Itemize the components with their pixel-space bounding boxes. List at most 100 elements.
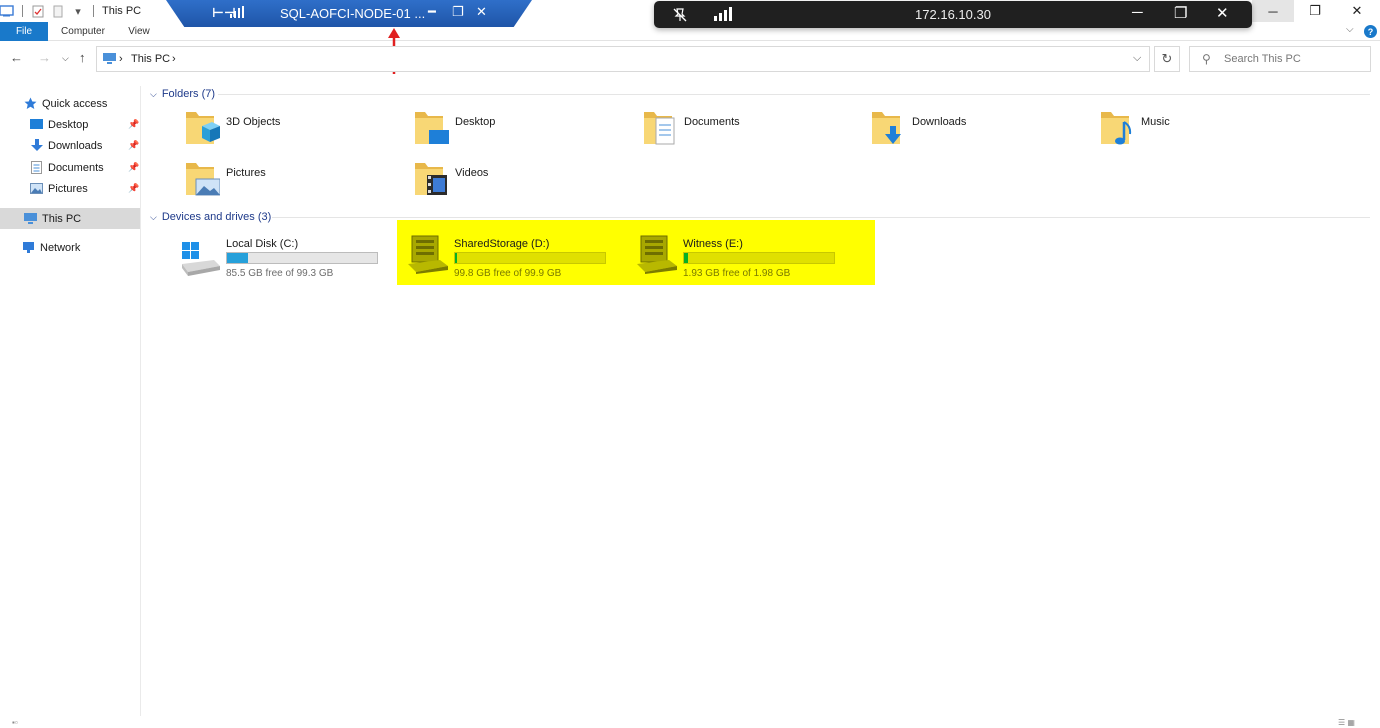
minimize-button[interactable]: ─ (1252, 0, 1294, 22)
rdp-close-icon[interactable]: ✕ (476, 4, 487, 20)
window-app-icon[interactable] (0, 4, 14, 18)
customize-qat-icon[interactable]: ▾ (71, 4, 85, 18)
network-drive-icon (637, 235, 677, 274)
address-bar[interactable]: › This PC › ⌵ (96, 46, 1150, 72)
properties-icon[interactable] (31, 4, 45, 18)
remote-session-bar: 172.16.10.30 ─ ❐ ✕ (654, 1, 1252, 28)
desktop-icon (30, 118, 43, 131)
tab-computer[interactable]: Computer (56, 22, 110, 41)
pin-icon[interactable]: 📌 (128, 140, 139, 151)
folder-videos[interactable]: Videos (413, 159, 633, 203)
nav-quick-access[interactable]: Quick access (0, 93, 140, 114)
nav-downloads[interactable]: Downloads 📌 (0, 135, 140, 156)
group-divider (218, 94, 1370, 95)
nav-quick-access-label: Quick access (42, 97, 108, 110)
breadcrumb-separator[interactable]: › (119, 53, 123, 65)
this-pc-icon (24, 212, 37, 225)
collapse-chevron-icon[interactable]: ⌵ (150, 212, 157, 223)
pin-icon[interactable]: 📌 (128, 162, 139, 173)
status-bar-item-count: ▪▫ (12, 718, 18, 727)
expand-ribbon-icon[interactable]: ⌵ (1346, 24, 1354, 35)
pin-icon[interactable]: 📌 (128, 183, 139, 194)
nav-downloads-label: Downloads (48, 139, 103, 152)
drive-d[interactable]: SharedStorage (D:) 99.8 GB free of 99.9 … (408, 234, 628, 284)
network-drive-icon (408, 235, 448, 274)
navigation-pane: Quick access Desktop 📌 Downloads 📌 Docum… (0, 86, 141, 716)
local-disk-icon (182, 242, 220, 276)
collapse-chevron-icon[interactable]: ⌵ (150, 89, 157, 100)
folder-pictures[interactable]: Pictures (184, 159, 404, 203)
drive-usage-fill (684, 253, 688, 263)
address-dropdown-icon[interactable]: ⌵ (1133, 52, 1141, 65)
this-pc-icon (103, 53, 116, 64)
back-button[interactable]: ← (10, 50, 23, 65)
nav-documents-label: Documents (48, 161, 104, 174)
documents-icon (30, 161, 43, 174)
videos-folder-icon (415, 163, 447, 195)
nav-network[interactable]: Network (0, 237, 140, 258)
folders-group-header[interactable]: ⌵ Folders (7) (150, 86, 215, 102)
folder-documents[interactable]: Documents (642, 108, 862, 152)
new-folder-icon[interactable] (51, 4, 65, 18)
nav-network-label: Network (40, 241, 81, 254)
folders-group-label: Folders (7) (161, 88, 216, 100)
nav-desktop[interactable]: Desktop 📌 (0, 114, 140, 135)
tab-file[interactable]: File (0, 22, 48, 41)
rdp-session-title: SQL-AOFCI-NODE-01 ... (280, 6, 426, 21)
folder-label: Documents (684, 116, 740, 128)
folder-music[interactable]: Music (1099, 108, 1319, 152)
remote-close-icon[interactable]: ✕ (1216, 4, 1229, 22)
drive-c[interactable]: Local Disk (C:) 85.5 GB free of 99.3 GB (180, 234, 400, 284)
rdp-minimize-icon[interactable]: ━ (428, 4, 436, 20)
help-icon[interactable]: ? (1364, 25, 1377, 38)
forward-button[interactable]: → (38, 50, 51, 65)
quick-access-toolbar: ▾ This PC (0, 2, 141, 20)
recent-locations-button[interactable]: ⌵ (62, 53, 69, 64)
connection-quality-icon[interactable] (230, 6, 244, 21)
rdp-connection-bar: ⊢⊣ SQL-AOFCI-NODE-01 ... ━ ❐ ✕ (166, 0, 532, 27)
folder-label: Desktop (455, 116, 496, 128)
rdp-restore-icon[interactable]: ❐ (452, 4, 464, 20)
remote-minimize-icon[interactable]: ─ (1132, 4, 1143, 21)
view-toggle-icon[interactable]: ☰ ▦ (1338, 718, 1355, 727)
music-folder-icon (1101, 112, 1132, 145)
downloads-folder-icon (872, 112, 901, 144)
drive-usage-fill (455, 253, 458, 263)
drive-usage-bar (454, 252, 606, 264)
drives-group-header[interactable]: ⌵ Devices and drives (3) (150, 209, 271, 225)
documents-folder-icon (644, 112, 675, 145)
folder-downloads[interactable]: Downloads (870, 108, 1090, 152)
breadcrumb-separator[interactable]: › (172, 53, 176, 65)
drive-usage-bar (683, 252, 835, 264)
nav-this-pc-label: This PC (42, 212, 82, 225)
drive-free-space: 99.8 GB free of 99.9 GB (454, 268, 562, 279)
drive-usage-bar (226, 252, 378, 264)
maximize-button[interactable]: ❐ (1294, 0, 1336, 22)
refresh-button[interactable]: ↻ (1154, 46, 1180, 72)
search-input[interactable] (1224, 51, 1364, 67)
search-icon: ⚲ (1202, 52, 1211, 66)
star-icon (24, 97, 37, 110)
pictures-folder-icon (186, 163, 220, 196)
nav-documents[interactable]: Documents 📌 (0, 157, 140, 178)
folder-desktop[interactable]: Desktop (413, 108, 633, 152)
breadcrumb-this-pc[interactable]: This PC (131, 53, 170, 65)
folder-label: Pictures (226, 167, 266, 179)
close-button[interactable]: ✕ (1336, 0, 1378, 22)
drive-e[interactable]: Witness (E:) 1.93 GB free of 1.98 GB (637, 234, 857, 284)
folder-label: Videos (455, 167, 489, 179)
pin-icon[interactable]: 📌 (128, 119, 139, 130)
folder-label: 3D Objects (226, 116, 281, 128)
up-button[interactable]: ↑ (79, 50, 86, 65)
nav-pictures[interactable]: Pictures 📌 (0, 178, 140, 199)
group-divider (272, 217, 1370, 218)
folder-label: Downloads (912, 116, 967, 128)
nav-this-pc[interactable]: This PC (0, 208, 140, 229)
folder-3d-objects[interactable]: 3D Objects (184, 108, 404, 152)
drive-free-space: 1.93 GB free of 1.98 GB (683, 268, 791, 279)
remote-restore-icon[interactable]: ❐ (1174, 4, 1187, 22)
nav-desktop-label: Desktop (48, 118, 89, 131)
nav-pictures-label: Pictures (48, 182, 88, 195)
tab-view[interactable]: View (124, 22, 154, 41)
drive-label: SharedStorage (D:) (454, 238, 550, 250)
